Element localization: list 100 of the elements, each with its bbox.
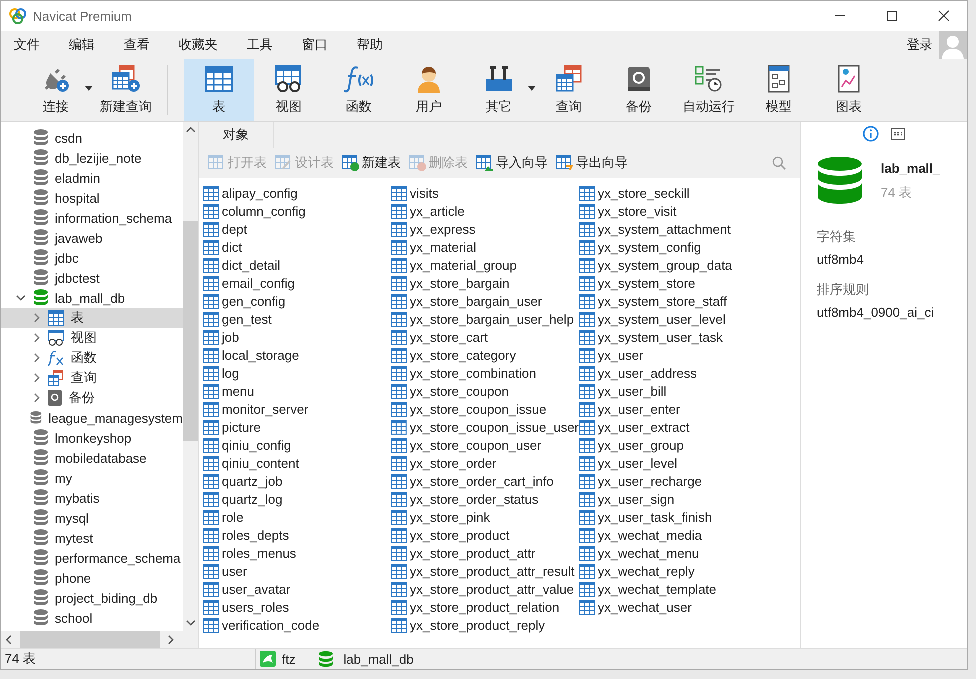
tree-item[interactable]: 查询 (1, 368, 183, 388)
table-item[interactable]: roles_depts (203, 526, 391, 544)
table-item[interactable]: roles_menus (203, 544, 391, 562)
table-item[interactable]: yx_system_attachment (579, 220, 779, 238)
table-item[interactable]: yx_system_store_staff (579, 292, 779, 310)
table-item[interactable]: yx_user_bill (579, 382, 779, 400)
toolbar-button[interactable]: 查询 (534, 59, 604, 121)
database-item[interactable]: csdn (1, 128, 183, 148)
table-item[interactable]: yx_store_bargain (391, 274, 579, 292)
database-item[interactable]: my (1, 468, 183, 488)
table-item[interactable]: verification_code (203, 616, 391, 634)
table-item[interactable]: yx_store_coupon_user (391, 436, 579, 454)
table-item[interactable]: yx_article (391, 202, 579, 220)
table-item[interactable]: yx_store_product (391, 526, 579, 544)
menu-item[interactable]: 工具 (239, 36, 285, 54)
table-item[interactable]: yx_wechat_reply (579, 562, 779, 580)
table-item[interactable]: yx_store_product_reply (391, 616, 579, 634)
table-item[interactable]: yx_system_group_data (579, 256, 779, 274)
database-item[interactable]: db_lezijie_note (1, 148, 183, 168)
close-icon[interactable] (938, 10, 950, 22)
database-item[interactable]: mybatis (1, 488, 183, 508)
table-item[interactable]: dept (203, 220, 391, 238)
table-item[interactable]: yx_store_product_attr (391, 544, 579, 562)
toolbar-button[interactable]: 其它 (464, 59, 534, 121)
table-item[interactable]: email_config (203, 274, 391, 292)
table-item[interactable]: dict (203, 238, 391, 256)
scroll-left-icon[interactable] (6, 634, 12, 644)
table-item[interactable]: yx_wechat_user (579, 598, 779, 616)
database-item[interactable]: phone (1, 568, 183, 588)
database-item[interactable]: information_schema (1, 208, 183, 228)
database-item[interactable]: jdbctest (1, 268, 183, 288)
table-item[interactable]: quartz_log (203, 490, 391, 508)
toolbar-button[interactable]: 导入向导 (475, 154, 549, 172)
toolbar-button[interactable]: 图表 (814, 59, 884, 121)
database-item[interactable]: project_biding_db (1, 588, 183, 608)
table-item[interactable]: yx_user (579, 346, 779, 364)
menu-item[interactable]: 文件 (6, 36, 52, 54)
table-item[interactable]: gen_config (203, 292, 391, 310)
table-item[interactable]: yx_store_product_attr_value (391, 580, 579, 598)
menu-item[interactable]: 窗口 (294, 36, 340, 54)
toolbar-button[interactable]: 函数 (324, 59, 394, 121)
table-item[interactable]: yx_store_cart (391, 328, 579, 346)
table-item[interactable]: yx_store_coupon (391, 382, 579, 400)
menu-item[interactable]: 编辑 (61, 36, 107, 54)
table-item[interactable]: yx_wechat_menu (579, 544, 779, 562)
scroll-up-icon[interactable] (186, 127, 196, 133)
table-item[interactable]: yx_store_product_attr_result (391, 562, 579, 580)
scroll-right-icon[interactable] (168, 634, 174, 644)
table-item[interactable]: user (203, 562, 391, 580)
table-item[interactable]: yx_wechat_template (579, 580, 779, 598)
table-item[interactable]: qiniu_content (203, 454, 391, 472)
database-item[interactable]: mobiledatabase (1, 448, 183, 468)
table-item[interactable]: yx_store_order_status (391, 490, 579, 508)
database-item[interactable]: lmonkeyshop (1, 428, 183, 448)
database-item[interactable]: lab_mall_db (1, 288, 183, 308)
table-item[interactable]: yx_store_seckill (579, 184, 779, 202)
tree-item[interactable]: 备份 (1, 388, 183, 408)
toolbar-button[interactable]: 视图 (254, 59, 324, 121)
table-item[interactable]: monitor_server (203, 400, 391, 418)
table-item[interactable]: yx_store_bargain_user_help (391, 310, 579, 328)
table-item[interactable]: yx_store_category (391, 346, 579, 364)
table-item[interactable]: yx_wechat_media (579, 526, 779, 544)
chevron-down-icon[interactable] (16, 295, 26, 301)
menu-item[interactable]: 收藏夹 (171, 36, 230, 54)
table-item[interactable]: local_storage (203, 346, 391, 364)
table-item[interactable]: picture (203, 418, 391, 436)
database-item[interactable]: javaweb (1, 228, 183, 248)
toolbar-button[interactable]: 连接 (21, 59, 91, 121)
table-item[interactable]: column_config (203, 202, 391, 220)
table-item[interactable]: yx_store_coupon_issue_user (391, 418, 579, 436)
table-item[interactable]: alipay_config (203, 184, 391, 202)
database-item[interactable]: hospital (1, 188, 183, 208)
toolbar-button[interactable]: 新建查询 (91, 59, 161, 121)
database-item[interactable]: mysql (1, 508, 183, 528)
table-item[interactable]: yx_user_extract (579, 418, 779, 436)
table-item[interactable]: yx_store_product_relation (391, 598, 579, 616)
info-icon[interactable] (863, 126, 879, 142)
table-item[interactable]: user_avatar (203, 580, 391, 598)
database-item[interactable]: performance_schema (1, 548, 183, 568)
caret-icon[interactable] (85, 86, 93, 91)
table-item[interactable]: yx_user_address (579, 364, 779, 382)
table-item[interactable]: yx_store_coupon_issue (391, 400, 579, 418)
database-item[interactable]: school (1, 608, 183, 628)
table-item[interactable]: yx_store_order_cart_info (391, 472, 579, 490)
table-item[interactable]: yx_user_group (579, 436, 779, 454)
database-item[interactable]: league_managesystem (1, 408, 183, 428)
table-item[interactable]: visits (391, 184, 579, 202)
table-item[interactable]: qiniu_config (203, 436, 391, 454)
toolbar-button[interactable]: 用户 (394, 59, 464, 121)
database-item[interactable]: mytest (1, 528, 183, 548)
menu-item[interactable]: 帮助 (349, 36, 395, 54)
database-item[interactable]: eladmin (1, 168, 183, 188)
ddl-icon[interactable] (891, 128, 905, 140)
table-item[interactable]: yx_user_level (579, 454, 779, 472)
table-item[interactable]: yx_user_enter (579, 400, 779, 418)
table-item[interactable]: yx_material (391, 238, 579, 256)
toolbar-button[interactable]: 备份 (604, 59, 674, 121)
table-item[interactable]: yx_store_visit (579, 202, 779, 220)
table-item[interactable]: yx_store_combination (391, 364, 579, 382)
table-item[interactable]: dict_detail (203, 256, 391, 274)
